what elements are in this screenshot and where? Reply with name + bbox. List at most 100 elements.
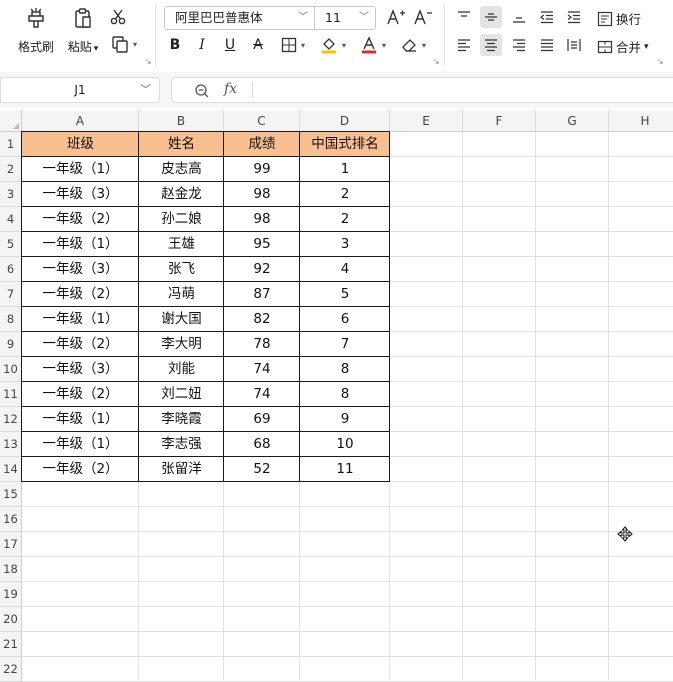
column-header[interactable]: B bbox=[139, 110, 224, 132]
table-cell[interactable]: 一年级（3） bbox=[22, 257, 139, 282]
table-cell[interactable]: 87 bbox=[224, 282, 300, 307]
row-header[interactable]: 3 bbox=[0, 182, 22, 207]
row-header[interactable]: 5 bbox=[0, 232, 22, 257]
table-cell[interactable]: 2 bbox=[300, 182, 390, 207]
row-header[interactable]: 19 bbox=[0, 582, 22, 607]
column-header[interactable]: G bbox=[536, 110, 609, 132]
table-cell[interactable]: 赵金龙 bbox=[139, 182, 224, 207]
formula-input[interactable]: fx bbox=[171, 77, 673, 103]
table-cell[interactable]: 刘二妞 bbox=[139, 382, 224, 407]
table-cell[interactable]: 74 bbox=[224, 382, 300, 407]
merge-cells-button[interactable]: 合并 ▾ bbox=[597, 37, 649, 56]
font-color-dropdown-icon[interactable]: ▾ bbox=[382, 41, 386, 50]
table-cell[interactable]: 69 bbox=[224, 407, 300, 432]
row-header[interactable]: 6 bbox=[0, 257, 22, 282]
row-header[interactable]: 22 bbox=[0, 657, 22, 682]
copy-button[interactable] bbox=[109, 33, 131, 55]
table-cell[interactable]: 9 bbox=[300, 407, 390, 432]
align-center-button[interactable] bbox=[480, 34, 502, 56]
wrap-text-button[interactable]: 换行 bbox=[597, 9, 641, 28]
column-header[interactable]: A bbox=[22, 110, 139, 132]
table-header-cell[interactable]: 班级 bbox=[22, 132, 139, 157]
decrease-indent-button[interactable] bbox=[536, 6, 558, 28]
row-header[interactable]: 9 bbox=[0, 332, 22, 357]
table-cell[interactable]: 92 bbox=[224, 257, 300, 282]
table-cell[interactable]: 4 bbox=[300, 257, 390, 282]
table-header-cell[interactable]: 成绩 bbox=[224, 132, 300, 157]
row-header[interactable]: 1 bbox=[0, 132, 22, 157]
align-top-button[interactable] bbox=[453, 6, 475, 28]
table-cell[interactable]: 78 bbox=[224, 332, 300, 357]
table-cell[interactable]: 10 bbox=[300, 432, 390, 457]
table-cell[interactable]: 2 bbox=[300, 207, 390, 232]
column-header[interactable]: E bbox=[390, 110, 463, 132]
align-right-button[interactable] bbox=[508, 34, 530, 56]
table-cell[interactable]: 一年级（1） bbox=[22, 232, 139, 257]
row-header[interactable]: 17 bbox=[0, 532, 22, 557]
table-cell[interactable]: 一年级（2） bbox=[22, 457, 139, 482]
table-cell[interactable]: 一年级（1） bbox=[22, 307, 139, 332]
table-cell[interactable]: 98 bbox=[224, 207, 300, 232]
align-middle-button[interactable] bbox=[480, 6, 502, 28]
fill-color-button[interactable] bbox=[318, 34, 340, 56]
table-cell[interactable]: 一年级（2） bbox=[22, 382, 139, 407]
font-color-button[interactable] bbox=[358, 34, 380, 56]
font-size-select[interactable]: 11 ﹀ bbox=[314, 6, 376, 30]
table-cell[interactable]: 一年级（2） bbox=[22, 332, 139, 357]
border-button[interactable] bbox=[278, 34, 300, 56]
row-header[interactable]: 8 bbox=[0, 307, 22, 332]
table-cell[interactable]: 5 bbox=[300, 282, 390, 307]
table-cell[interactable]: 3 bbox=[300, 232, 390, 257]
table-cell[interactable]: 82 bbox=[224, 307, 300, 332]
name-box[interactable]: J1 ﹀ bbox=[0, 77, 160, 103]
row-header[interactable]: 20 bbox=[0, 607, 22, 632]
table-header-cell[interactable]: 姓名 bbox=[139, 132, 224, 157]
row-header[interactable]: 12 bbox=[0, 407, 22, 432]
table-cell[interactable]: 11 bbox=[300, 457, 390, 482]
table-cell[interactable]: 98 bbox=[224, 182, 300, 207]
column-header[interactable]: H bbox=[609, 110, 673, 132]
table-cell[interactable]: 8 bbox=[300, 382, 390, 407]
clipboard-launcher-icon[interactable]: ↘ bbox=[145, 57, 152, 66]
table-cell[interactable]: 一年级（1） bbox=[22, 407, 139, 432]
distributed-align-button[interactable] bbox=[563, 34, 585, 56]
row-header[interactable]: 4 bbox=[0, 207, 22, 232]
table-cell[interactable]: 1 bbox=[300, 157, 390, 182]
paste-button[interactable]: 粘贴 ▾ bbox=[62, 6, 104, 55]
underline-button[interactable]: U bbox=[219, 34, 241, 56]
column-header[interactable]: F bbox=[463, 110, 536, 132]
row-header[interactable]: 11 bbox=[0, 382, 22, 407]
table-cell[interactable]: 孙二娘 bbox=[139, 207, 224, 232]
fill-color-dropdown-icon[interactable]: ▾ bbox=[342, 41, 346, 50]
column-header[interactable]: D bbox=[300, 110, 390, 132]
clear-format-button[interactable] bbox=[398, 34, 420, 56]
row-header[interactable]: 15 bbox=[0, 482, 22, 507]
row-header[interactable]: 16 bbox=[0, 507, 22, 532]
row-header[interactable]: 21 bbox=[0, 632, 22, 657]
decrease-font-button[interactable] bbox=[412, 6, 434, 28]
table-cell[interactable]: 74 bbox=[224, 357, 300, 382]
justify-button[interactable] bbox=[536, 34, 558, 56]
row-header[interactable]: 18 bbox=[0, 557, 22, 582]
table-cell[interactable]: 一年级（1） bbox=[22, 157, 139, 182]
copy-dropdown-icon[interactable]: ▾ bbox=[133, 40, 137, 49]
font-name-select[interactable]: 阿里巴巴普惠体 ﹀ bbox=[164, 6, 315, 30]
row-header[interactable]: 7 bbox=[0, 282, 22, 307]
table-cell[interactable]: 一年级（1） bbox=[22, 432, 139, 457]
fx-icon[interactable]: fx bbox=[224, 81, 237, 97]
table-cell[interactable]: 一年级（3） bbox=[22, 357, 139, 382]
table-cell[interactable]: 李晓霞 bbox=[139, 407, 224, 432]
cut-button[interactable] bbox=[107, 6, 129, 28]
table-cell[interactable]: 99 bbox=[224, 157, 300, 182]
table-cell[interactable]: 刘能 bbox=[139, 357, 224, 382]
merge-dropdown-icon[interactable]: ▾ bbox=[644, 42, 649, 52]
align-left-button[interactable] bbox=[453, 34, 475, 56]
table-cell[interactable]: 李大明 bbox=[139, 332, 224, 357]
table-cell[interactable]: 李志强 bbox=[139, 432, 224, 457]
bold-button[interactable]: B bbox=[164, 34, 186, 56]
align-bottom-button[interactable] bbox=[508, 6, 530, 28]
table-cell[interactable]: 王雄 bbox=[139, 232, 224, 257]
zoom-icon[interactable] bbox=[194, 83, 210, 99]
font-launcher-icon[interactable]: ↘ bbox=[433, 57, 440, 66]
row-header[interactable]: 2 bbox=[0, 157, 22, 182]
